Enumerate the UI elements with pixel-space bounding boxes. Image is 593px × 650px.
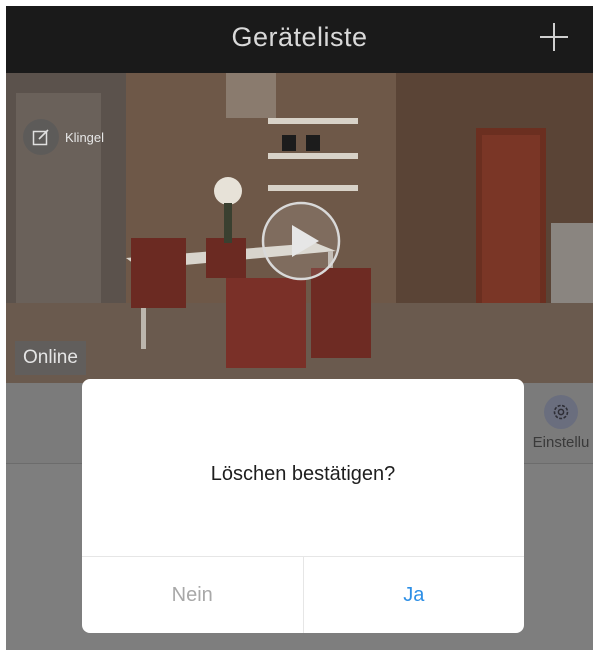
play-button[interactable] [261, 201, 341, 281]
edit-icon [23, 119, 59, 155]
confirm-button[interactable]: Ja [304, 557, 525, 633]
camera-preview[interactable]: Klingel Online [6, 73, 593, 383]
device-name-label: Klingel [65, 129, 105, 145]
gear-icon [544, 395, 578, 429]
add-device-button[interactable] [537, 20, 571, 54]
dialog-message: Löschen bestätigen? [210, 463, 396, 485]
play-icon [261, 201, 341, 281]
edit-device-name[interactable]: Klingel [23, 119, 104, 155]
plus-icon [540, 23, 568, 51]
cancel-button[interactable]: Nein [82, 557, 304, 633]
settings-label: Einstellu [532, 434, 590, 451]
header-bar: Geräteliste [6, 6, 593, 73]
dialog-actions: Nein Ja [82, 556, 524, 633]
page-title: Geräteliste [231, 22, 368, 52]
confirm-delete-dialog: Löschen bestätigen? Nein Ja [82, 379, 524, 633]
app-screen: Geräteliste Klingel Online Einstellu Lös… [6, 6, 593, 650]
status-badge: Online [15, 341, 86, 375]
settings-button[interactable]: Einstellu [521, 395, 593, 451]
